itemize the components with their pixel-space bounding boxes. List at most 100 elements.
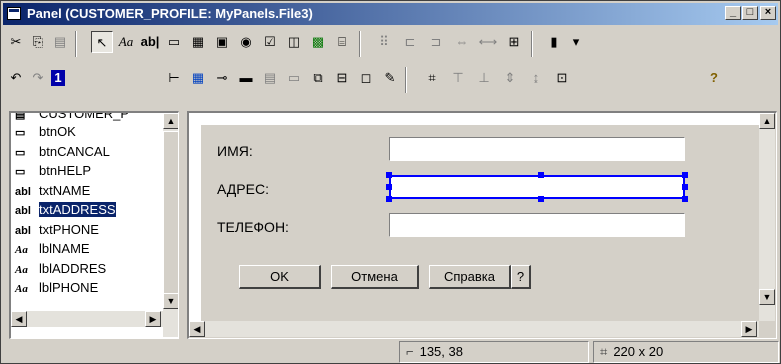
radio-button-tool-icon[interactable]: ◉ xyxy=(235,31,257,53)
resize-handle[interactable] xyxy=(682,172,688,178)
resize-handle[interactable] xyxy=(682,196,688,202)
tab-order-icon[interactable]: ▮ xyxy=(543,31,565,53)
tree-item[interactable]: abl txtADDRESS xyxy=(15,201,116,219)
frame-tool-icon[interactable]: ⊟ xyxy=(331,67,353,89)
scroll-up-icon[interactable]: ▲ xyxy=(163,113,178,129)
button-icon: ▭ xyxy=(15,146,26,159)
align-right-icon[interactable]: ⊐ xyxy=(425,31,447,53)
label-tool-icon[interactable]: Aa xyxy=(115,31,137,53)
resize-handle[interactable] xyxy=(538,196,544,202)
slider-tool-icon[interactable]: ⊸ xyxy=(211,67,233,89)
resize-handle[interactable] xyxy=(386,184,392,190)
align-left-icon[interactable]: ⊏ xyxy=(399,31,421,53)
tree-item-label: txtNAME xyxy=(39,182,91,198)
toolbar-separator xyxy=(359,31,361,57)
tree-item[interactable]: Aa lblNAME xyxy=(15,240,90,258)
tree-item[interactable]: ▭ btnCANCAL xyxy=(15,143,110,161)
center-vertical-icon[interactable]: ⊡ xyxy=(551,67,573,89)
tree-view-tool-icon[interactable]: ⊢ xyxy=(163,67,185,89)
question-button[interactable]: ? xyxy=(511,265,531,289)
tree-item[interactable]: Aa lblADDRES xyxy=(15,260,106,278)
edit-tool-icon[interactable]: ✎ xyxy=(379,67,401,89)
mle-tool-icon[interactable]: ⌸ xyxy=(331,31,353,53)
resize-handle[interactable] xyxy=(682,184,688,190)
tree-item[interactable]: Aa lblPHONE xyxy=(15,279,98,297)
tree-item-label: txtADDRESS xyxy=(39,202,116,217)
redo-icon[interactable]: ↷ xyxy=(27,67,49,89)
design-canvas[interactable]: ИМЯ: АДРЕС: ТЕЛЕФОН: OK Отмена Справка ? xyxy=(189,113,759,321)
align-bottom-icon[interactable]: ⊥ xyxy=(473,67,495,89)
editor-horizontal-scrollbar[interactable]: ◀ ▶ xyxy=(189,321,759,337)
canvas-tool-icon[interactable]: ◻ xyxy=(355,67,377,89)
scroll-left-icon[interactable]: ◀ xyxy=(11,311,27,327)
phone-input[interactable] xyxy=(389,213,685,237)
panel-preview[interactable]: ИМЯ: АДРЕС: ТЕЛЕФОН: OK Отмена Справка ? xyxy=(201,125,759,321)
entry-field-tool-icon[interactable]: ab| xyxy=(139,31,161,53)
list-box-tool-icon[interactable]: ▦ xyxy=(187,31,209,53)
image-tool-icon[interactable]: ▩ xyxy=(307,31,329,53)
tree-item-label: btnHELP xyxy=(39,163,92,178)
tree-item[interactable]: abl txtPHONE xyxy=(15,221,99,239)
grid-icon[interactable]: ⠿ xyxy=(373,31,395,53)
notebook-tool-icon[interactable]: ▤ xyxy=(259,67,281,89)
progress-tool-icon[interactable]: ▬ xyxy=(235,67,257,89)
copy-icon[interactable]: ⎘ xyxy=(27,31,49,53)
minimize-button[interactable]: _ xyxy=(725,6,741,20)
scroll-down-icon[interactable]: ▼ xyxy=(163,293,178,309)
same-width-icon[interactable]: ⇔ xyxy=(451,31,473,53)
tree-vertical-scrollbar[interactable]: ▲ ▼ xyxy=(163,113,178,337)
align-top-icon[interactable]: ⊤ xyxy=(447,67,469,89)
address-input[interactable] xyxy=(389,175,685,199)
name-label[interactable]: ИМЯ: xyxy=(217,143,253,159)
tree-item[interactable]: ▭ btnHELP xyxy=(15,162,91,180)
cut-icon[interactable]: ✂ xyxy=(5,31,27,53)
tree-item[interactable]: ▭ btnOK xyxy=(15,123,76,141)
same-height-icon[interactable]: ⇕ xyxy=(499,67,521,89)
space-vertical-icon[interactable]: ↨ xyxy=(525,67,547,89)
center-horizontal-icon[interactable]: ⊞ xyxy=(503,31,525,53)
tree-root[interactable]: ▤ CUSTOMER_P xyxy=(15,113,129,123)
spin-button-tool-icon[interactable]: ◫ xyxy=(283,31,305,53)
tree-horizontal-scrollbar[interactable]: ◀ ▶ xyxy=(11,311,163,327)
help-button[interactable]: Справка xyxy=(429,265,511,289)
scroll-up-icon[interactable]: ▲ xyxy=(759,113,775,129)
design-editor[interactable]: ИМЯ: АДРЕС: ТЕЛЕФОН: OK Отмена Справка ? xyxy=(187,111,777,339)
space-horizontal-icon[interactable]: ⟷ xyxy=(477,31,499,53)
name-input[interactable] xyxy=(389,137,685,161)
resize-handle[interactable] xyxy=(538,172,544,178)
object-tree[interactable]: ▤ CUSTOMER_P ▭ btnOK ▭ btnCANCAL ▭ btnHELP abl t… xyxy=(9,111,179,339)
combo-box-tool-icon[interactable]: ▣ xyxy=(211,31,233,53)
window-tool-icon[interactable]: ⧉ xyxy=(307,67,329,89)
position-status: ⌐ 135, 38 xyxy=(399,341,589,363)
tree-item-label: btnCANCAL xyxy=(39,143,110,159)
resize-handle[interactable] xyxy=(386,196,392,202)
phone-label[interactable]: ТЕЛЕФОН: xyxy=(217,219,289,235)
info-icon[interactable]: 1 xyxy=(51,70,65,86)
title-bar[interactable]: Panel (CUSTOMER_PROFILE: MyPanels.File3)… xyxy=(3,3,778,25)
editor-vertical-scrollbar[interactable]: ▲ ▼ xyxy=(759,113,775,321)
cancel-button[interactable]: Отмена xyxy=(331,265,419,289)
container-tool-icon[interactable]: ▦ xyxy=(187,67,209,89)
paste-icon[interactable]: ▤ xyxy=(49,31,71,53)
scroll-right-icon[interactable]: ▶ xyxy=(145,311,161,327)
check-box-tool-icon[interactable]: ☑ xyxy=(259,31,281,53)
help-icon[interactable]: ? xyxy=(703,67,725,89)
tree-scroll-thumb[interactable] xyxy=(163,131,178,295)
maximize-button[interactable]: □ xyxy=(742,6,758,20)
address-label[interactable]: АДРЕС: xyxy=(217,181,269,197)
window-icon[interactable] xyxy=(7,7,21,20)
pointer-icon[interactable]: ↖ xyxy=(91,31,113,53)
close-button[interactable]: × xyxy=(760,6,776,20)
size-to-content-icon[interactable]: ⌗ xyxy=(421,67,443,89)
scroll-down-icon[interactable]: ▼ xyxy=(759,289,775,305)
size-icon: ⌗ xyxy=(600,344,608,359)
undo-icon[interactable]: ↶ xyxy=(5,67,27,89)
tree-item[interactable]: abl txtNAME xyxy=(15,182,90,200)
scroll-left-icon[interactable]: ◀ xyxy=(189,321,205,337)
ok-button[interactable]: OK xyxy=(239,265,321,289)
groupbox-tool-icon[interactable]: ▭ xyxy=(283,67,305,89)
scroll-right-icon[interactable]: ▶ xyxy=(741,321,757,337)
more-dropdown-icon[interactable]: ▾ xyxy=(565,31,587,53)
push-button-tool-icon[interactable]: ▭ xyxy=(163,31,185,53)
resize-handle[interactable] xyxy=(386,172,392,178)
